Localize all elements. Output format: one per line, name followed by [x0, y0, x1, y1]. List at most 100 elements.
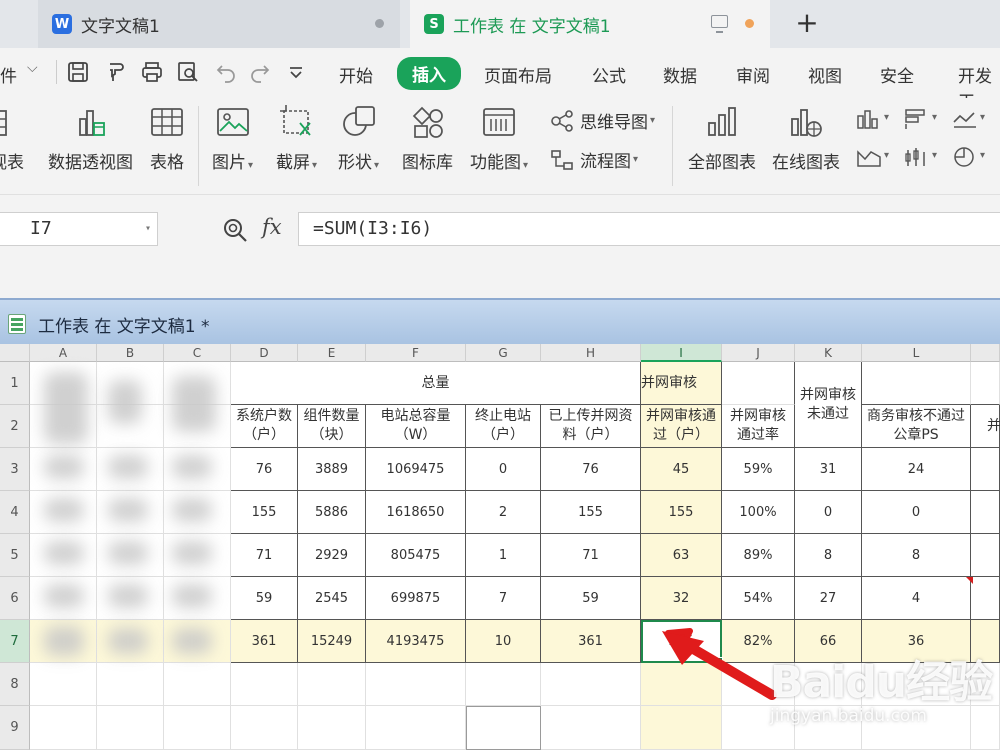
column-header-partial[interactable]	[971, 344, 1000, 362]
data-cell[interactable]: 31	[795, 448, 862, 491]
column-header-I[interactable]: I	[641, 344, 722, 362]
grid-cell[interactable]	[971, 577, 1000, 620]
total-cell[interactable]: 361	[541, 620, 641, 663]
tab-worksheet[interactable]: S 工作表 在 文字文稿1	[410, 0, 770, 48]
data-cell[interactable]: 24	[862, 448, 971, 491]
monitor-icon[interactable]	[711, 15, 728, 33]
row-header-5[interactable]: 5	[0, 534, 30, 577]
data-cell[interactable]: 3889	[298, 448, 366, 491]
data-cell[interactable]: 1618650	[366, 491, 466, 534]
total-cell[interactable]: 361	[231, 620, 298, 663]
online-charts-button[interactable]: 在线图表	[772, 98, 840, 173]
flowchart-button[interactable]: 流程图 ▾	[550, 147, 638, 172]
data-cell[interactable]: 59	[231, 577, 298, 620]
total-cell[interactable]: 10	[466, 620, 541, 663]
data-cell[interactable]: 1069475	[366, 448, 466, 491]
row-header-4[interactable]: 4	[0, 491, 30, 534]
pivot-table-button[interactable]: 视表	[0, 98, 24, 173]
grid-cell[interactable]	[30, 706, 97, 750]
shape-button[interactable]: 形状 ▾	[338, 98, 379, 173]
data-cell[interactable]: 155	[541, 491, 641, 534]
menu-tab-formulas[interactable]: 公式	[592, 62, 626, 87]
column-header-A[interactable]: A	[30, 344, 97, 362]
stock-chart-icon[interactable]	[904, 146, 930, 168]
column-header-B[interactable]: B	[97, 344, 164, 362]
row-header-6[interactable]: 6	[0, 577, 30, 620]
menu-tab-view[interactable]: 视图	[808, 62, 842, 87]
data-cell[interactable]: 699875	[366, 577, 466, 620]
data-cell[interactable]: 76	[541, 448, 641, 491]
grid-cell[interactable]	[231, 706, 298, 750]
total-cell[interactable]: 4193475	[366, 620, 466, 663]
data-cell[interactable]: 1	[466, 534, 541, 577]
caret-down-icon[interactable]: ▾	[884, 150, 889, 161]
row-header-7[interactable]: 7	[0, 620, 30, 663]
data-cell[interactable]: 7	[466, 577, 541, 620]
data-cell[interactable]: 2545	[298, 577, 366, 620]
pie-chart-icon[interactable]	[952, 146, 978, 168]
data-cell[interactable]: 100%	[722, 491, 795, 534]
format-painter-icon[interactable]	[104, 60, 128, 84]
chevron-down-icon[interactable]: ⌵	[27, 60, 38, 76]
data-cell[interactable]: 63	[641, 534, 722, 577]
caret-down-icon[interactable]: ▾	[145, 213, 151, 245]
data-cell[interactable]: 54%	[722, 577, 795, 620]
comment-indicator-icon[interactable]	[966, 577, 973, 584]
data-cell[interactable]: 76	[231, 448, 298, 491]
grid-cell[interactable]	[641, 706, 722, 750]
grid-cell[interactable]	[366, 663, 466, 706]
row-header-1[interactable]: 1	[0, 362, 30, 405]
data-cell[interactable]: 45	[641, 448, 722, 491]
column-header-D[interactable]: D	[231, 344, 298, 362]
grid-cell[interactable]	[541, 706, 641, 750]
grid-cell[interactable]	[298, 663, 366, 706]
grid-cell[interactable]	[366, 706, 466, 750]
row-header-2[interactable]: 2	[0, 405, 30, 448]
customize-toolbar-icon[interactable]	[284, 60, 308, 84]
data-cell[interactable]: 89%	[722, 534, 795, 577]
tab-document[interactable]: W 文字文稿1	[38, 0, 400, 48]
all-charts-button[interactable]: 全部图表	[688, 98, 756, 173]
data-cell[interactable]: 2929	[298, 534, 366, 577]
menu-tab-review[interactable]: 审阅	[736, 62, 770, 87]
caret-down-icon[interactable]: ▾	[980, 150, 985, 161]
line-chart-icon[interactable]	[952, 108, 978, 130]
data-cell[interactable]: 155	[641, 491, 722, 534]
column-header-E[interactable]: E	[298, 344, 366, 362]
data-cell[interactable]: 71	[541, 534, 641, 577]
caret-down-icon[interactable]: ▾	[884, 112, 889, 123]
menu-file[interactable]: 件	[0, 62, 17, 87]
column-header-K[interactable]: K	[795, 344, 862, 362]
data-cell[interactable]: 59%	[722, 448, 795, 491]
save-icon[interactable]	[66, 60, 90, 84]
fx-icon[interactable]: fx	[262, 215, 282, 239]
grid-cell[interactable]	[971, 448, 1000, 491]
picture-button[interactable]: 图片 ▾	[212, 98, 253, 173]
column-header-H[interactable]: H	[541, 344, 641, 362]
menu-tab-data[interactable]: 数据	[663, 62, 697, 87]
mind-map-button[interactable]: 思维导图 ▾	[550, 108, 655, 133]
data-cell[interactable]: 0	[466, 448, 541, 491]
grid-cell[interactable]	[466, 706, 541, 750]
redo-icon[interactable]	[248, 60, 272, 84]
icon-library-button[interactable]: 图标库	[402, 98, 453, 173]
data-cell[interactable]: 2	[466, 491, 541, 534]
row-header-9[interactable]: 9	[0, 706, 30, 750]
pivot-chart-button[interactable]: 数据透视图	[48, 98, 133, 173]
grid-cell[interactable]	[971, 534, 1000, 577]
data-cell[interactable]: 8	[862, 534, 971, 577]
table-button[interactable]: 表格	[150, 98, 184, 173]
data-cell[interactable]: 71	[231, 534, 298, 577]
data-cell[interactable]: 8	[795, 534, 862, 577]
row-header-8[interactable]: 8	[0, 663, 30, 706]
data-cell[interactable]: 0	[795, 491, 862, 534]
grid-cell[interactable]	[466, 663, 541, 706]
grid-cell[interactable]	[97, 706, 164, 750]
total-cell[interactable]: 15249	[298, 620, 366, 663]
column-header-C[interactable]: C	[164, 344, 231, 362]
screenshot-button[interactable]: 截屏 ▾	[276, 98, 317, 173]
menu-tab-page-layout[interactable]: 页面布局	[484, 62, 552, 87]
function-chart-button[interactable]: 功能图 ▾	[470, 98, 528, 173]
grid-cell[interactable]	[971, 491, 1000, 534]
column-header-F[interactable]: F	[366, 344, 466, 362]
